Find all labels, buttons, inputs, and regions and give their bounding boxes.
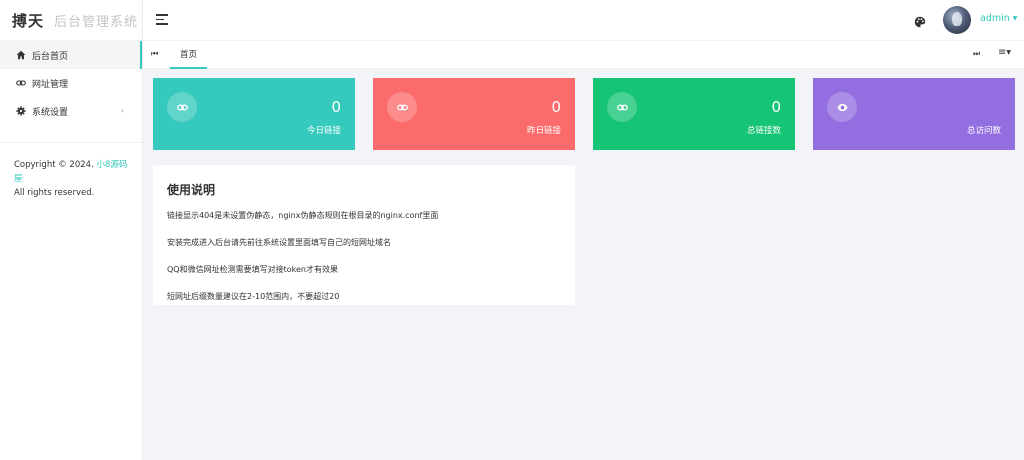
top-header: admin ▼ — [143, 0, 1024, 41]
link-icon — [167, 92, 197, 122]
brand-subtitle: 后台管理系统 — [54, 14, 139, 30]
instruction-line: 链接显示404是未设置伪静态，nginx伪静态规则在根目录的nginx.conf… — [167, 211, 439, 220]
link-icon — [12, 78, 30, 88]
link-icon — [387, 92, 417, 122]
username: admin — [980, 13, 1010, 24]
stat-value: 0 — [771, 98, 781, 116]
instructions-panel: 使用说明 链接显示404是未设置伪静态，nginx伪静态规则在根目录的nginx… — [153, 165, 575, 305]
avatar[interactable] — [943, 6, 971, 34]
sidebar: 搏天 后台管理系统 后台首页 网址管理 系统设置 › Copyright © 2… — [0, 0, 143, 460]
chevron-right-icon: › — [120, 106, 124, 115]
sidebar-item-system-settings[interactable]: 系统设置 › — [0, 97, 142, 125]
stat-card-yesterday-links: 0 昨日链接 — [373, 78, 575, 150]
brand-title: 搏天 — [12, 11, 45, 30]
instruction-line: 短网址后缀数量建议在2-10范围内，不要超过20 — [167, 292, 340, 301]
sidebar-item-url-management[interactable]: 网址管理 — [0, 69, 142, 97]
stat-label: 昨日链接 — [526, 126, 561, 136]
sidebar-item-label: 系统设置 — [32, 107, 69, 118]
tab-scroll-right-icon[interactable]: ⏭ — [973, 49, 980, 59]
tab-menu-icon[interactable]: ≡▼ — [998, 47, 1011, 58]
eye-icon — [827, 92, 857, 122]
brand[interactable]: 搏天 后台管理系统 — [0, 0, 142, 41]
tab-home[interactable]: 首页 — [170, 41, 208, 69]
gear-icon — [12, 106, 30, 116]
sidebar-item-label: 后台首页 — [32, 51, 69, 62]
home-icon — [12, 50, 30, 60]
sidebar-item-home[interactable]: 后台首页 — [0, 41, 142, 69]
tab-bar: ⏮ 首页 ⏭ ≡▼ — [143, 41, 1024, 69]
user-menu[interactable]: admin ▼ — [980, 13, 1017, 24]
stat-card-total-links: 0 总链接数 — [593, 78, 795, 150]
instruction-line: 安装完成进入后台请先前往系统设置里面填写自己的短网址域名 — [167, 238, 391, 247]
copyright-prefix: Copyright © 2024. — [14, 160, 94, 170]
hamburger-icon[interactable] — [156, 14, 168, 25]
instruction-line: QQ和微信网址检测需要填写对接token才有效果 — [167, 265, 338, 274]
panel-title: 使用说明 — [167, 183, 216, 197]
link-icon — [607, 92, 637, 122]
stat-label: 总访问数 — [966, 126, 1001, 136]
stat-label: 今日链接 — [306, 126, 341, 136]
palette-icon[interactable] — [914, 13, 926, 28]
stat-label: 总链接数 — [746, 126, 781, 136]
copyright-suffix: All rights reserved. — [14, 188, 95, 198]
stat-value: 0 — [551, 98, 561, 116]
sidebar-item-label: 网址管理 — [32, 79, 69, 90]
sidebar-nav: 后台首页 网址管理 系统设置 › — [0, 41, 142, 125]
stat-value: 0 — [331, 98, 341, 116]
stat-card-total-visits: 总访问数 — [813, 78, 1015, 150]
caret-down-icon: ▼ — [1012, 15, 1018, 22]
copyright: Copyright © 2024. 小8源码屋 All rights reser… — [0, 143, 142, 200]
stat-card-today-links: 0 今日链接 — [153, 78, 355, 150]
tab-scroll-left-icon[interactable]: ⏮ — [151, 49, 158, 59]
